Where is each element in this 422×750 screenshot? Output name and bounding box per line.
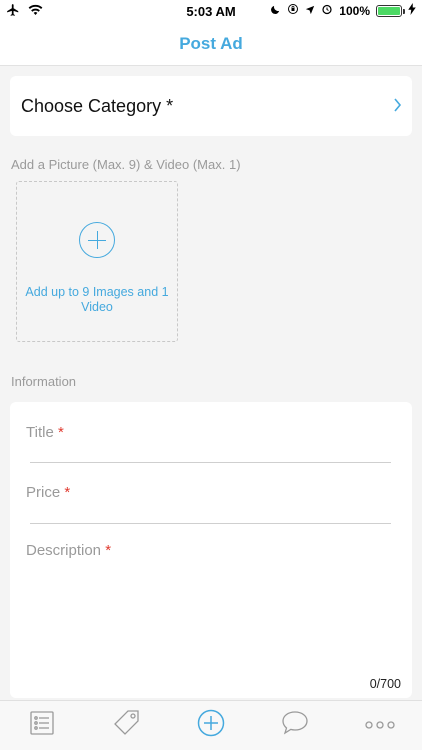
battery-percent: 100% [339,3,370,18]
add-circle-icon [79,222,115,258]
information-section-label: Information [11,374,77,389]
add-media-label: Add up to 9 Images and 1 Video [25,285,169,314]
required-mark: * [57,424,64,441]
list-icon [29,710,55,741]
status-bar: 5:03 AM 100% [0,0,422,22]
tab-messages[interactable] [265,701,325,750]
price-underline [30,523,391,524]
character-counter: 0/700 [369,677,401,691]
required-mark: * [105,542,112,559]
tag-icon [112,708,142,743]
chevron-right-icon [393,96,402,117]
chat-bubble-icon [280,709,310,742]
title-placeholder: Title [26,424,54,441]
tab-post[interactable] [181,701,241,750]
pictures-section-label: Add a Picture (Max. 9) & Video (Max. 1) [11,157,241,172]
description-placeholder: Description [26,542,102,559]
page-title: Post Ad [179,33,243,53]
more-dots-icon [365,717,395,735]
title-underline [30,462,391,463]
moon-icon [270,4,281,18]
description-field[interactable]: Description * [26,542,396,682]
battery-icon [376,4,405,17]
title-field[interactable]: Title * [26,424,64,441]
choose-category-label: Choose Category * [21,95,174,116]
rotation-lock-icon [287,3,299,18]
plus-circle-icon [197,709,225,742]
tab-tags[interactable] [97,701,157,750]
tab-listings[interactable] [12,701,72,750]
price-placeholder: Price [26,484,61,501]
add-media-button[interactable]: Add up to 9 Images and 1 Video [16,181,178,342]
required-mark: * [64,484,71,501]
charging-icon [408,3,416,18]
nav-bar: Post Ad [0,22,422,66]
alarm-icon [321,3,333,18]
choose-category-row[interactable]: Choose Category * [10,76,412,136]
location-icon [305,4,315,18]
price-field[interactable]: Price * [26,484,70,501]
information-card: Title * Price * Description * 0/700 [10,402,412,698]
tab-more[interactable] [350,701,410,750]
tab-bar [0,700,422,750]
